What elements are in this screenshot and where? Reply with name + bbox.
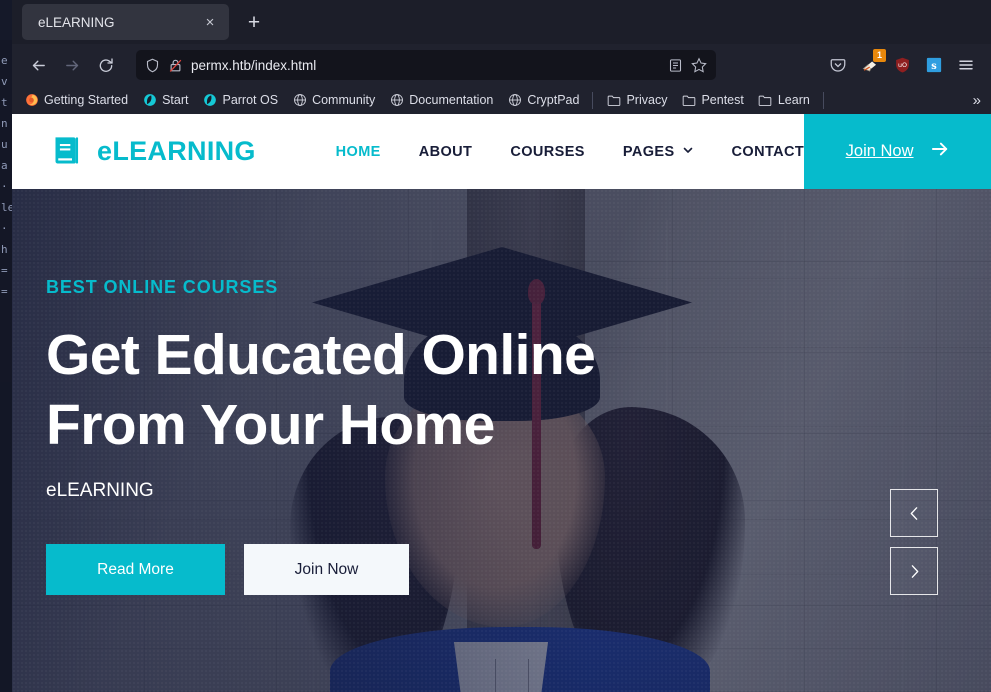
forward-icon[interactable] (56, 50, 88, 80)
browser-window: eLEARNING × + permx.htb/index.html 1 uO … (12, 0, 991, 692)
bookmark-separator (592, 91, 594, 109)
hero-heading-line-1: Get Educated Online (46, 323, 596, 387)
bookmark-label: Parrot OS (222, 93, 279, 107)
nav-item-home[interactable]: HOME (336, 144, 381, 160)
reload-icon[interactable] (90, 50, 122, 80)
svg-text:s: s (931, 61, 937, 72)
parrot-icon (142, 93, 157, 108)
bookmark-documentation[interactable]: Documentation (383, 90, 499, 111)
bookmark-separator (822, 91, 824, 109)
hero-carousel: BEST ONLINE COURSES Get Educated Online … (12, 189, 991, 692)
bookmark-star-icon[interactable] (691, 57, 707, 73)
site-header: eLEARNING HOME ABOUT COURSES PAGES CONTA… (12, 114, 991, 189)
nav-item-pages[interactable]: PAGES (623, 144, 694, 160)
bookmark-folder-learn[interactable]: Learn (752, 90, 816, 111)
svg-text:uO: uO (897, 61, 906, 69)
site-logo[interactable]: eLEARNING (12, 114, 336, 189)
nav-label: HOME (335, 143, 381, 160)
reader-mode-icon[interactable] (668, 58, 683, 73)
extension-icon[interactable]: 1 (855, 49, 886, 80)
bookmark-label: CryptPad (527, 93, 580, 107)
shield-icon[interactable] (145, 58, 160, 73)
hero-subtitle: eLEARNING (46, 480, 154, 501)
bookmark-parrot-os[interactable]: Parrot OS (196, 90, 284, 111)
web-page-viewport: eLEARNING HOME ABOUT COURSES PAGES CONTA… (12, 114, 991, 692)
arrow-right-icon (930, 139, 950, 164)
nav-label: COURSES (510, 143, 585, 160)
nav-item-contact[interactable]: CONTACT (732, 144, 805, 160)
hero-content: BEST ONLINE COURSES Get Educated Online … (12, 189, 632, 595)
nav-label: ABOUT (418, 143, 473, 160)
folder-icon (681, 93, 696, 108)
nav-label: CONTACT (731, 143, 805, 160)
hero-join-now-button[interactable]: Join Now (244, 544, 409, 595)
nav-label: PAGES (622, 143, 675, 160)
tab-title: eLEARNING (38, 14, 115, 30)
folder-icon (758, 93, 773, 108)
tab-strip: eLEARNING × + (12, 0, 991, 44)
chevron-down-icon (682, 144, 694, 160)
url-text: permx.htb/index.html (191, 57, 317, 73)
bookmark-folder-pentest[interactable]: Pentest (675, 90, 749, 111)
extension-s-icon[interactable]: s (919, 50, 949, 80)
bookmark-community[interactable]: Community (286, 90, 381, 111)
extension-badge: 1 (873, 49, 886, 62)
pocket-icon[interactable] (823, 50, 853, 80)
brand-name: eLEARNING (97, 136, 256, 166)
hero-heading: Get Educated Online From Your Home (46, 320, 632, 460)
nav-item-courses[interactable]: COURSES (510, 144, 585, 160)
join-now-label: Join Now (845, 142, 914, 160)
hero-heading-line-2: From Your Home (46, 393, 495, 457)
bookmark-cryptpad[interactable]: CryptPad (501, 90, 585, 111)
bookmark-label: Getting Started (44, 93, 129, 107)
bookmark-folder-privacy[interactable]: Privacy (600, 90, 673, 111)
nav-item-about[interactable]: ABOUT (419, 144, 473, 160)
main-navigation: HOME ABOUT COURSES PAGES CONTACT (336, 114, 805, 189)
header-join-now-button[interactable]: Join Now (804, 114, 991, 189)
bookmark-label: Pentest (701, 93, 744, 107)
new-tab-icon[interactable]: + (239, 7, 269, 37)
bookmarks-bar: Getting Started Start Parrot OS Communit… (12, 86, 991, 114)
back-icon[interactable] (22, 50, 54, 80)
ublock-origin-icon[interactable]: uO (887, 50, 917, 80)
globe-icon (507, 93, 522, 108)
globe-icon (389, 93, 404, 108)
carousel-next-button[interactable] (890, 547, 938, 595)
read-more-button[interactable]: Read More (46, 544, 225, 595)
folder-icon (606, 93, 621, 108)
insecure-lock-icon[interactable] (168, 58, 183, 73)
hero-kicker: BEST ONLINE COURSES (46, 277, 279, 297)
bookmarks-overflow-icon[interactable]: » (969, 92, 985, 109)
navigation-toolbar: permx.htb/index.html 1 uO s (12, 44, 991, 86)
hero-cta-group: Read More Join Now (46, 544, 632, 595)
bookmark-label: Documentation (409, 93, 494, 107)
bookmark-label: Community (312, 93, 376, 107)
toolbar-right-icons: 1 uO s (823, 49, 981, 80)
carousel-prev-button[interactable] (890, 489, 938, 537)
browser-tab[interactable]: eLEARNING × (22, 4, 229, 40)
book-icon (50, 133, 83, 171)
firefox-icon (24, 93, 39, 108)
globe-icon (292, 93, 307, 108)
bookmark-label: Learn (777, 93, 810, 107)
close-icon[interactable]: × (199, 11, 221, 33)
parrot-icon (202, 93, 217, 108)
bookmark-label: Start (162, 93, 189, 107)
bookmark-label: Privacy (626, 93, 668, 107)
bookmark-getting-started[interactable]: Getting Started (18, 90, 134, 111)
address-bar[interactable]: permx.htb/index.html (136, 50, 716, 80)
bookmark-start[interactable]: Start (136, 90, 194, 111)
app-menu-icon[interactable] (951, 50, 981, 80)
